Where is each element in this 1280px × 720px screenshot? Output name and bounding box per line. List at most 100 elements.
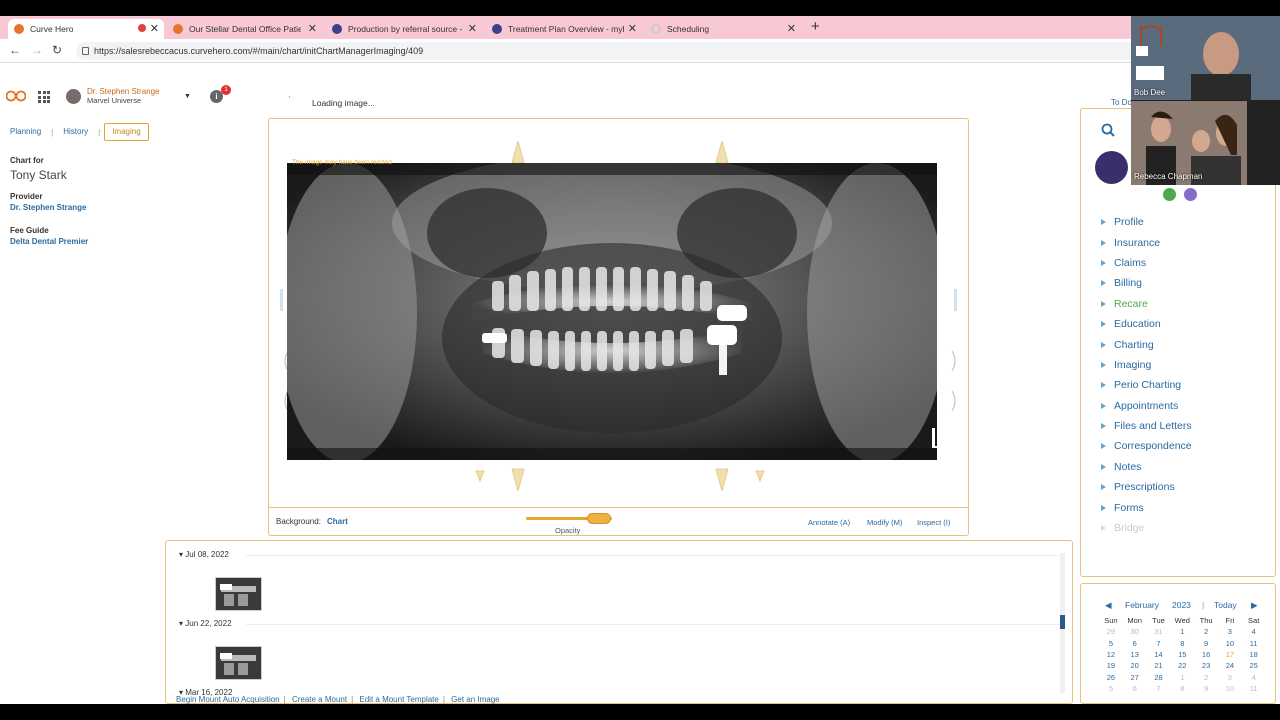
close-tab-icon[interactable]: ✕ — [308, 22, 317, 35]
timeline-date[interactable]: ▾ Jul 08, 2022 — [179, 550, 229, 559]
close-tab-icon[interactable]: ✕ — [628, 22, 637, 35]
calendar-day[interactable]: 6 — [1123, 638, 1147, 649]
calendar-day[interactable]: 16 — [1194, 649, 1218, 660]
scrollbar-thumb[interactable] — [1060, 615, 1065, 629]
sidebar-item-correspondence[interactable]: Correspondence — [1101, 436, 1192, 456]
calendar-day[interactable]: 4 — [1242, 671, 1266, 682]
timeline-scrollbar[interactable] — [1060, 553, 1065, 693]
calendar-day[interactable]: 30 — [1123, 626, 1147, 637]
calendar-day[interactable]: 8 — [1170, 683, 1194, 694]
sidebar-item-profile[interactable]: Profile — [1101, 212, 1192, 232]
calendar-day[interactable]: 22 — [1170, 660, 1194, 671]
calendar-day[interactable]: 11 — [1242, 683, 1266, 694]
calendar-year[interactable]: 2023 — [1172, 600, 1191, 610]
calendar-day[interactable]: 15 — [1170, 649, 1194, 660]
calendar-day[interactable]: 9 — [1194, 683, 1218, 694]
sidebar-item-billing[interactable]: Billing — [1101, 273, 1192, 293]
calendar-day[interactable]: 13 — [1123, 649, 1147, 660]
calendar-day[interactable]: 20 — [1123, 660, 1147, 671]
green-flag-icon[interactable] — [1163, 188, 1176, 201]
calendar-day[interactable]: 12 — [1099, 649, 1123, 660]
calendar-day[interactable]: 5 — [1099, 683, 1123, 694]
sidebar-item-education[interactable]: Education — [1101, 314, 1192, 334]
sidebar-item-imaging[interactable]: Imaging — [1101, 355, 1192, 375]
previous-month-icon[interactable]: ◀ — [1105, 600, 1112, 611]
curve-hero-logo-icon[interactable] — [6, 89, 26, 103]
opacity-slider[interactable] — [526, 513, 612, 524]
calendar-day[interactable]: 7 — [1147, 683, 1171, 694]
calendar-day[interactable]: 18 — [1242, 649, 1266, 660]
forward-icon[interactable]: → — [31, 43, 43, 57]
search-icon[interactable] — [1101, 123, 1115, 140]
calendar-day[interactable]: 7 — [1147, 638, 1171, 649]
calendar-day[interactable]: 10 — [1218, 638, 1242, 649]
sidebar-item-notes[interactable]: Notes — [1101, 457, 1192, 477]
timeline-date[interactable]: ▾ Jun 22, 2022 — [179, 619, 232, 628]
calendar-day[interactable]: 14 — [1147, 649, 1171, 660]
browser-tab-4[interactable]: Treatment Plan Overview - myPro ✕ — [486, 19, 642, 39]
inspect-button[interactable]: Inspect (I) — [917, 518, 950, 527]
calendar-day[interactable]: 6 — [1123, 683, 1147, 694]
today-button[interactable]: Today — [1214, 600, 1237, 610]
close-tab-icon[interactable]: ✕ — [468, 22, 477, 35]
annotate-button[interactable]: Annotate (A) — [808, 518, 850, 527]
new-tab-button[interactable]: + — [811, 18, 820, 35]
tab-planning[interactable]: Planning — [4, 123, 47, 141]
xray-thumbnail[interactable] — [215, 577, 262, 611]
calendar-day[interactable]: 2 — [1194, 671, 1218, 682]
sidebar-item-appointments[interactable]: Appointments — [1101, 396, 1192, 416]
opacity-slider-handle[interactable] — [587, 513, 612, 524]
edit-mount-template-link[interactable]: Edit a Mount Template — [359, 695, 438, 704]
fee-guide-value[interactable]: Delta Dental Premier — [10, 237, 88, 246]
sidebar-item-recare[interactable]: Recare — [1101, 294, 1192, 314]
get-image-link[interactable]: Get an Image — [451, 695, 499, 704]
tab-history[interactable]: History — [57, 123, 94, 141]
calendar-day[interactable]: 25 — [1242, 660, 1266, 671]
reload-icon[interactable]: ↻ — [52, 43, 62, 57]
sidebar-item-prescriptions[interactable]: Prescriptions — [1101, 477, 1192, 497]
tab-imaging[interactable]: Imaging — [104, 123, 149, 141]
sidebar-item-forms[interactable]: Forms — [1101, 497, 1192, 517]
calendar-day[interactable]: 3 — [1218, 671, 1242, 682]
calendar-month[interactable]: February — [1125, 600, 1159, 610]
calendar-day[interactable]: 31 — [1147, 626, 1171, 637]
calendar-day[interactable]: 24 — [1218, 660, 1242, 671]
calendar-day[interactable]: 19 — [1099, 660, 1123, 671]
calendar-day[interactable]: 17 — [1218, 649, 1242, 660]
sidebar-item-perio-charting[interactable]: Perio Charting — [1101, 375, 1192, 395]
calendar-day[interactable]: 1 — [1170, 671, 1194, 682]
calendar-day[interactable]: 28 — [1147, 671, 1171, 682]
xray-thumbnail[interactable] — [215, 646, 262, 680]
url-field[interactable]: https://salesrebeccacus.curvehero.com/#/… — [76, 42, 1136, 60]
modify-button[interactable]: Modify (M) — [867, 518, 902, 527]
calendar-day[interactable]: 5 — [1099, 638, 1123, 649]
browser-tab-1[interactable]: Curve Hero ✕ — [8, 19, 164, 39]
calendar-day[interactable]: 2 — [1194, 626, 1218, 637]
todo-link[interactable]: To Do — [1111, 98, 1132, 107]
purple-flag-icon[interactable] — [1184, 188, 1197, 201]
create-mount-link[interactable]: Create a Mount — [292, 695, 347, 704]
calendar-day[interactable]: 26 — [1099, 671, 1123, 682]
back-icon[interactable]: ← — [9, 43, 21, 57]
browser-tab-3[interactable]: Production by referral source - m ✕ — [326, 19, 482, 39]
calendar-day[interactable]: 3 — [1218, 626, 1242, 637]
patient-avatar[interactable] — [1095, 151, 1128, 184]
browser-tab-5[interactable]: Scheduling ✕ — [645, 19, 801, 39]
calendar-day[interactable]: 27 — [1123, 671, 1147, 682]
close-tab-icon[interactable]: ✕ — [787, 22, 796, 35]
calendar-day[interactable]: 4 — [1242, 626, 1266, 637]
begin-auto-acquisition-link[interactable]: Begin Mount Auto Acquisition — [176, 695, 280, 704]
calendar-day[interactable]: 23 — [1194, 660, 1218, 671]
sidebar-item-claims[interactable]: Claims — [1101, 253, 1192, 273]
calendar-day[interactable]: 11 — [1242, 638, 1266, 649]
calendar-day[interactable]: 1 — [1170, 626, 1194, 637]
calendar-day[interactable]: 29 — [1099, 626, 1123, 637]
sidebar-item-charting[interactable]: Charting — [1101, 334, 1192, 354]
sidebar-item-files-and-letters[interactable]: Files and Letters — [1101, 416, 1192, 436]
doctor-selector[interactable]: Dr. Stephen Strange Marvel Universe ▼ — [64, 86, 196, 108]
calendar-day[interactable]: 8 — [1170, 638, 1194, 649]
panoramic-xray-image[interactable] — [287, 163, 937, 460]
sidebar-item-insurance[interactable]: Insurance — [1101, 232, 1192, 252]
background-chart-link[interactable]: Chart — [327, 517, 348, 526]
next-month-icon[interactable]: ▶ — [1251, 600, 1258, 611]
